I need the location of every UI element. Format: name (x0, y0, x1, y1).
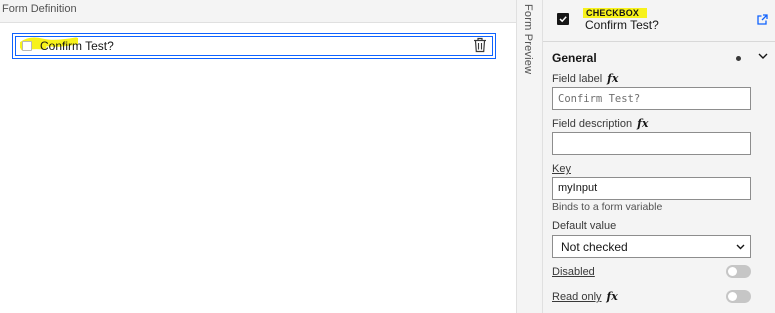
read-only-label-text: Read only (552, 291, 602, 303)
checkbox-preview[interactable] (22, 41, 32, 51)
field-description-text: Field description (552, 118, 633, 130)
default-value-select[interactable]: Not checked (552, 235, 751, 258)
field-description-label: Field description fx (552, 117, 648, 130)
form-preview-label[interactable]: Form Preview (522, 4, 534, 74)
key-helper-text: Binds to a form variable (552, 201, 663, 213)
toggle-knob (728, 267, 737, 276)
form-preview-rail[interactable]: Form Preview (516, 0, 543, 313)
default-value-selected: Not checked (561, 240, 628, 254)
field-label-label: Field label fx (552, 72, 618, 85)
canvas-header: Form Definition (0, 0, 516, 23)
default-value-label: Default value (552, 220, 616, 232)
disabled-toggle[interactable] (726, 265, 751, 278)
trash-icon[interactable] (473, 37, 487, 53)
field-description-input[interactable] (552, 132, 751, 155)
read-only-label: Read only fx (552, 290, 618, 303)
fx-icon[interactable]: fx (607, 72, 618, 85)
general-section-header[interactable]: General (543, 43, 775, 71)
chevron-down-icon[interactable] (758, 53, 768, 60)
field-label-input[interactable]: Confirm Test? (552, 87, 751, 110)
key-input[interactable]: myInput (552, 177, 751, 200)
read-only-toggle[interactable] (726, 290, 751, 303)
fx-icon[interactable]: fx (637, 117, 648, 130)
chevron-down-icon (736, 244, 745, 250)
component-header: CHECKBOX Confirm Test? (543, 0, 775, 42)
key-label: Key (552, 163, 571, 175)
key-label-text: Key (552, 163, 571, 175)
field-label-text: Field label (552, 73, 603, 85)
canvas-title: Form Definition (2, 3, 77, 15)
disabled-label-text: Disabled (552, 266, 595, 278)
component-type-label: CHECKBOX (586, 8, 640, 18)
toggle-knob (728, 292, 737, 301)
checkbox-checked-icon (557, 13, 569, 25)
form-definition-canvas: Form Definition Confirm Test? (0, 0, 516, 313)
properties-panel: CHECKBOX Confirm Test? General Field lab… (543, 0, 775, 313)
checkbox-field-card[interactable]: Confirm Test? (12, 33, 496, 59)
general-section-title: General (552, 51, 597, 65)
fx-icon[interactable]: fx (607, 290, 618, 303)
disabled-label: Disabled (552, 266, 595, 278)
default-value-text: Default value (552, 220, 617, 232)
checkbox-field-label: Confirm Test? (40, 39, 114, 53)
component-name: Confirm Test? (585, 18, 659, 32)
unsaved-dot-icon (736, 56, 741, 61)
external-link-icon[interactable] (757, 14, 768, 25)
